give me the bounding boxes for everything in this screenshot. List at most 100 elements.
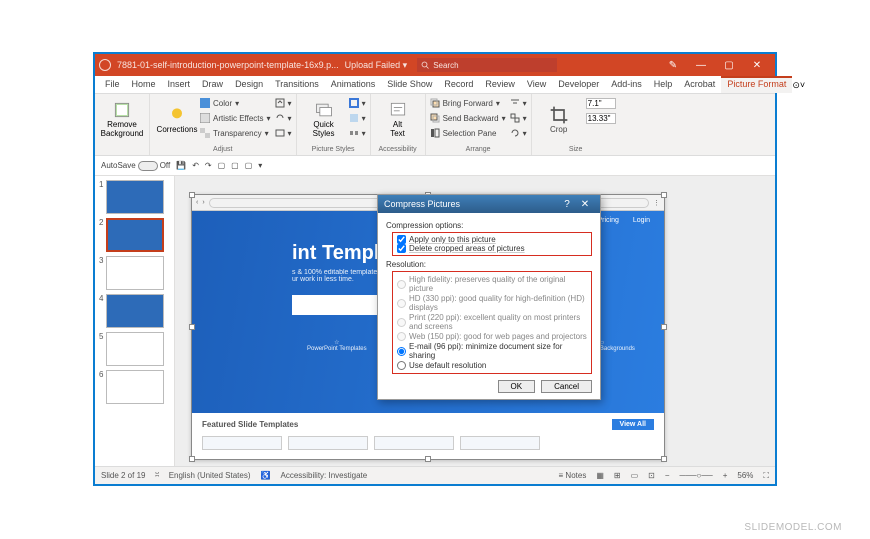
zoom-slider[interactable]: ───○── <box>680 471 713 480</box>
nav-login: Login <box>633 217 650 224</box>
bring-forward-button[interactable]: Bring Forward ▾ <box>430 96 506 110</box>
height-field[interactable] <box>584 96 616 110</box>
delete-cropped-checkbox[interactable] <box>397 244 406 253</box>
thumb-6[interactable]: 6 <box>95 366 174 404</box>
width-field[interactable] <box>584 111 616 125</box>
picture-layout-icon[interactable]: ▾ <box>349 126 366 140</box>
group-arrange: Bring Forward ▾ Send Backward ▾ Selectio… <box>426 94 532 155</box>
reading-view-icon[interactable]: ▭ <box>631 471 639 480</box>
slide-counter[interactable]: Slide 2 of 19 <box>101 471 145 480</box>
tab-transitions[interactable]: Transitions <box>269 76 325 93</box>
dialog-close-button[interactable]: ✕ <box>576 199 594 210</box>
change-picture-icon[interactable]: ▾ <box>275 111 292 125</box>
browser-forward-icon: › <box>202 199 204 206</box>
notes-button[interactable]: ≡ Notes <box>559 471 587 480</box>
dialog-titlebar[interactable]: Compress Pictures ? ✕ <box>378 195 600 213</box>
rotate-icon[interactable]: ▾ <box>510 126 527 140</box>
group-icon[interactable]: ▾ <box>510 111 527 125</box>
thumb-2[interactable]: 2 <box>95 214 174 252</box>
tab-slideshow[interactable]: Slide Show <box>381 76 438 93</box>
share-icon[interactable]: ✎ <box>659 60 687 71</box>
color-button[interactable]: Color ▾ <box>200 96 271 110</box>
cancel-button[interactable]: Cancel <box>541 380 592 393</box>
compress-pictures-icon[interactable]: ▾ <box>275 96 292 110</box>
corrections-button[interactable]: Corrections <box>154 96 200 142</box>
res-print-radio <box>397 318 406 327</box>
res-default-radio[interactable] <box>397 361 406 370</box>
alt-text-button[interactable]: Alt Text <box>375 96 421 142</box>
qat-icon[interactable]: ▢ <box>231 161 239 170</box>
tab-addins[interactable]: Add-ins <box>605 76 648 93</box>
align-icon[interactable]: ▾ <box>510 96 527 110</box>
save-icon[interactable]: 💾 <box>176 161 186 170</box>
normal-view-icon[interactable]: ▦ <box>596 471 604 480</box>
slideshow-view-icon[interactable]: ⊡ <box>648 471 655 480</box>
tab-insert[interactable]: Insert <box>162 76 197 93</box>
thumb-5[interactable]: 5 <box>95 328 174 366</box>
quick-access-toolbar: AutoSaveOff 💾 ↶ ↷ ▢ ▢ ▢ ▾ <box>95 156 775 176</box>
res-hd-radio <box>397 299 406 308</box>
picture-effects-icon[interactable]: ▾ <box>349 111 366 125</box>
remove-background-button[interactable]: Remove Background <box>99 96 145 142</box>
undo-icon[interactable]: ↶ <box>192 161 199 170</box>
qat-icon[interactable]: ▢ <box>218 161 226 170</box>
selection-pane-button[interactable]: Selection Pane <box>430 126 506 140</box>
zoom-out-icon[interactable]: − <box>665 471 670 480</box>
autosave-toggle[interactable]: AutoSaveOff <box>101 161 170 171</box>
dialog-help-button[interactable]: ? <box>558 199 576 210</box>
upload-status[interactable]: Upload Failed ▾ <box>345 60 408 71</box>
ribbon-chevron-icon[interactable]: ˅ <box>800 76 805 93</box>
fit-to-window-icon[interactable]: ⛶ <box>763 471 769 481</box>
apply-only-checkbox[interactable] <box>397 235 406 244</box>
tab-developer[interactable]: Developer <box>552 76 605 93</box>
tab-draw[interactable]: Draw <box>196 76 229 93</box>
ok-button[interactable]: OK <box>498 380 536 393</box>
thumb-3[interactable]: 3 <box>95 252 174 290</box>
thumb-1[interactable]: 1 <box>95 176 174 214</box>
crop-button[interactable]: Crop <box>536 96 582 142</box>
artistic-effects-button[interactable]: Artistic Effects ▾ <box>200 111 271 125</box>
view-all: View All <box>612 419 654 430</box>
language[interactable]: English (United States) <box>169 471 251 480</box>
tab-design[interactable]: Design <box>229 76 269 93</box>
watermark: SLIDEMODEL.COM <box>744 522 842 533</box>
sorter-view-icon[interactable]: ⊞ <box>614 471 621 480</box>
res-email-radio[interactable] <box>397 347 406 356</box>
compression-options-label: Compression options: <box>386 221 592 230</box>
zoom-level[interactable]: 56% <box>737 471 753 480</box>
tab-record[interactable]: Record <box>438 76 479 93</box>
res-high-radio <box>397 280 406 289</box>
apply-only-label[interactable]: Apply only to this picture <box>409 235 496 244</box>
tab-acrobat[interactable]: Acrobat <box>678 76 721 93</box>
slide-thumbnails[interactable]: 1 2 3 4 5 6 <box>95 176 175 466</box>
tab-animations[interactable]: Animations <box>325 76 382 93</box>
qat-more-icon[interactable]: ▾ <box>258 161 262 170</box>
tab-home[interactable]: Home <box>126 76 162 93</box>
reset-picture-icon[interactable]: ▾ <box>275 126 292 140</box>
slide-canvas[interactable]: ‹ › ⋮ Plans & Pricing Login int Template… <box>175 176 775 466</box>
accessibility-status[interactable]: Accessibility: Investigate <box>280 471 367 480</box>
send-backward-button[interactable]: Send Backward ▾ <box>430 111 506 125</box>
tab-help[interactable]: Help <box>648 76 679 93</box>
tab-file[interactable]: File <box>99 76 126 93</box>
browser-menu-icon: ⋮ <box>653 199 660 207</box>
qat-icon[interactable]: ▢ <box>245 161 253 170</box>
transparency-button[interactable]: Transparency ▾ <box>200 126 271 140</box>
maximize-button[interactable]: ▢ <box>715 60 743 71</box>
delete-cropped-label[interactable]: Delete cropped areas of pictures <box>409 244 525 253</box>
redo-icon[interactable]: ↷ <box>205 161 212 170</box>
minimize-button[interactable]: — <box>687 60 715 71</box>
file-name: 7881-01-self-introduction-powerpoint-tem… <box>117 60 339 70</box>
quick-styles-button[interactable]: Quick Styles <box>301 96 347 142</box>
tab-view[interactable]: View <box>521 76 552 93</box>
ribbon-collapse-icon[interactable]: ⊙ <box>792 76 800 93</box>
tab-picture-format[interactable]: Picture Format <box>721 76 792 93</box>
featured-heading: Featured Slide Templates <box>202 420 298 429</box>
search-box[interactable]: Search <box>417 58 557 72</box>
spellcheck-icon[interactable]: ⎶ <box>155 471 158 481</box>
thumb-4[interactable]: 4 <box>95 290 174 328</box>
close-button[interactable]: ✕ <box>743 60 771 71</box>
picture-border-icon[interactable]: ▾ <box>349 96 366 110</box>
zoom-in-icon[interactable]: + <box>723 471 728 480</box>
tab-review[interactable]: Review <box>479 76 521 93</box>
